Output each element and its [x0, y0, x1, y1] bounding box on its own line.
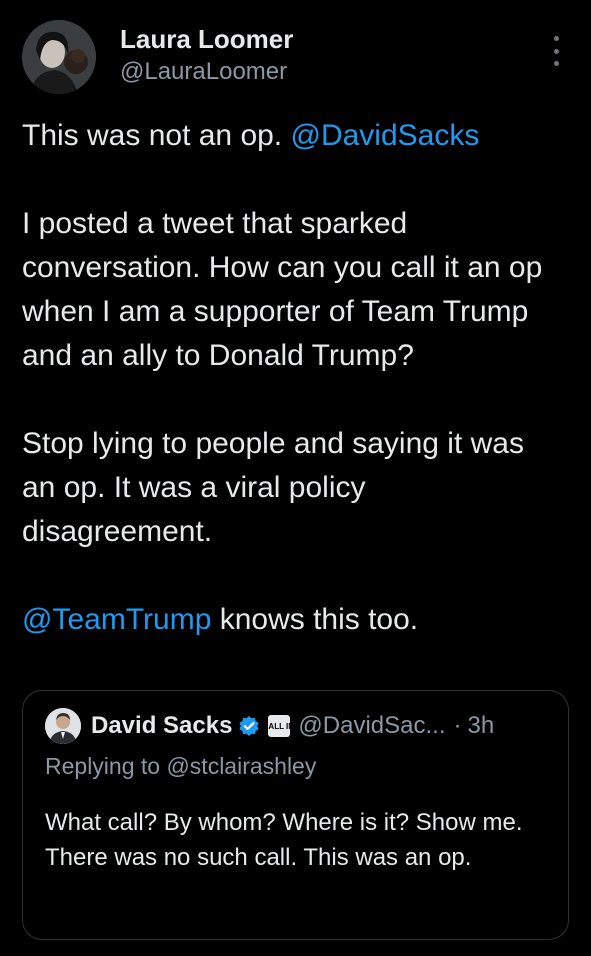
quoted-separator: ·	[453, 712, 462, 739]
author-names: Laura Loomer @LauraLoomer	[120, 23, 293, 87]
quoted-tweet[interactable]: David Sacks ALL IN @DavidSac... · 3h Rep…	[22, 690, 569, 940]
all-in-badge-text: ALL IN	[268, 721, 295, 731]
author-display-name[interactable]: Laura Loomer	[120, 23, 293, 55]
replying-to: Replying to @stclairashley	[45, 753, 317, 779]
tweet-body: This was not an op. @DavidSacks I posted…	[22, 114, 562, 642]
author-avatar[interactable]	[22, 20, 96, 94]
quoted-author-avatar[interactable]	[45, 708, 81, 744]
all-in-badge-icon: ALL IN	[268, 715, 295, 737]
tweet-text-para4: knows this too.	[211, 603, 419, 636]
tweet-text-line1: This was not an op.	[22, 119, 291, 152]
verified-badge-icon	[239, 716, 259, 736]
quoted-author-display-name[interactable]: David Sacks	[91, 712, 232, 740]
tweet-paragraph-1: This was not an op. @DavidSacks	[22, 114, 562, 158]
mention-teamtrump[interactable]: @TeamTrump	[22, 603, 211, 636]
more-icon[interactable]	[551, 36, 561, 66]
tweet: Laura Loomer @LauraLoomer This was not a…	[0, 0, 591, 956]
tweet-header: Laura Loomer @LauraLoomer	[22, 20, 293, 94]
tweet-paragraph-3: Stop lying to people and saying it was a…	[22, 427, 524, 548]
quoted-tweet-header: David Sacks ALL IN @DavidSac... · 3h	[45, 708, 546, 744]
author-handle[interactable]: @LauraLoomer	[120, 57, 293, 87]
tweet-paragraph-2: I posted a tweet that sparked conversati…	[22, 207, 543, 372]
quoted-timestamp[interactable]: 3h	[468, 712, 495, 740]
tweet-paragraph-4: @TeamTrump knows this too.	[22, 598, 562, 642]
quoted-author-handle[interactable]: @DavidSac...	[298, 712, 445, 740]
quoted-tweet-text: What call? By whom? Where is it? Show me…	[45, 809, 523, 871]
mention-davidsacks[interactable]: @DavidSacks	[290, 119, 479, 152]
